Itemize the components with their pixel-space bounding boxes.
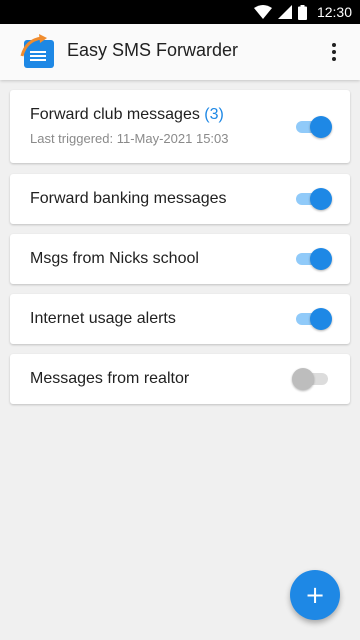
toggle-thumb [310,116,332,138]
rule-card[interactable]: Messages from realtor [10,354,350,404]
rule-title: Forward banking messages [30,190,227,207]
status-bar: 12:30 [0,0,360,24]
rule-last-triggered: Last triggered: 11-May-2021 15:03 [30,131,229,146]
rule-title-text: Forward club messages [30,106,200,123]
rule-toggle[interactable] [294,188,332,210]
app-title: Easy SMS Forwarder [67,40,239,60]
cell-signal-icon [277,5,292,19]
status-icons: 12:30 [253,0,352,24]
wifi-icon [253,5,272,19]
rule-card[interactable]: Msgs from Nicks school [10,234,350,284]
add-rule-button[interactable]: + [290,570,340,620]
toggle-thumb [292,368,314,390]
toggle-thumb [310,188,332,210]
rule-card[interactable]: Forward club messages (3) Last triggered… [10,90,350,163]
rule-toggle[interactable] [294,308,332,330]
rule-title: Internet usage alerts [30,310,176,327]
more-options-button[interactable] [320,38,348,66]
more-vert-icon-dot [332,57,336,61]
rule-toggle[interactable] [294,248,332,270]
battery-icon [297,4,307,20]
toggle-thumb [310,248,332,270]
envelope-forward-icon [20,34,54,68]
more-vert-icon-dot [332,50,336,54]
add-icon: + [304,581,326,609]
more-vert-icon [332,43,336,47]
rule-trigger-count: (3) [204,106,224,123]
rule-card[interactable]: Forward banking messages [10,174,350,224]
status-time: 12:30 [316,4,352,20]
app-bar: Easy SMS Forwarder [0,24,360,80]
rule-title: Msgs from Nicks school [30,250,199,267]
toggle-thumb [310,308,332,330]
rule-toggle[interactable] [294,116,332,138]
rule-toggle[interactable] [292,368,330,390]
rule-card[interactable]: Internet usage alerts [10,294,350,344]
rule-title: Forward club messages (3) [30,106,224,124]
rule-title: Messages from realtor [30,370,190,387]
